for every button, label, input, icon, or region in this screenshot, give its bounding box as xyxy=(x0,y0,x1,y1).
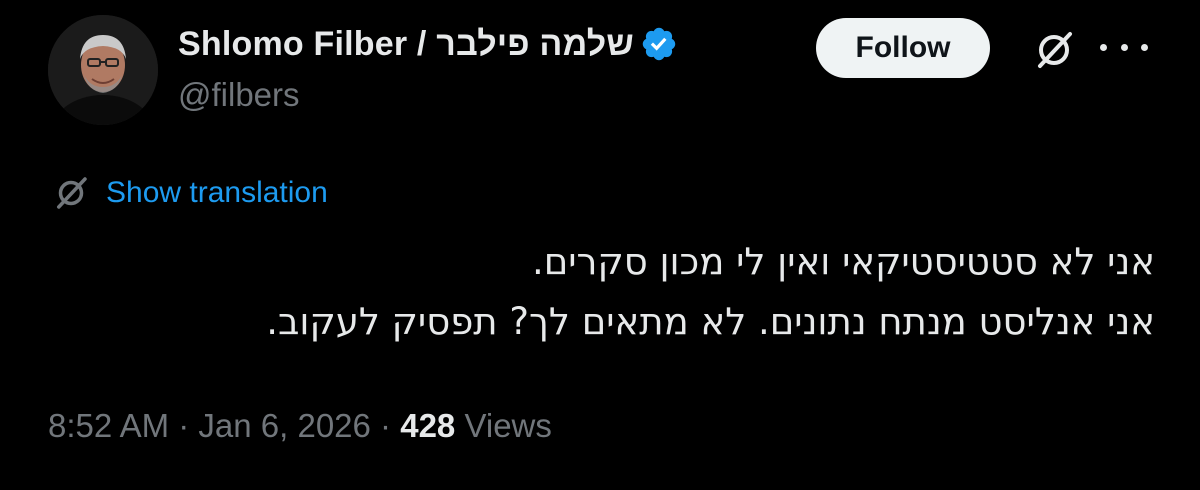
more-dot xyxy=(1120,43,1128,51)
author-name-row: Shlomo Filber / שלמה פילבר xyxy=(178,20,678,68)
translate-icon xyxy=(57,177,87,209)
profile-photo-icon xyxy=(48,15,158,125)
tweet-date[interactable]: Jan 6, 2026 xyxy=(198,407,370,444)
verified-badge-icon[interactable] xyxy=(640,25,678,63)
tweet-line: אני אנליסט מנתח נתונים. לא מתאים לך? תפס… xyxy=(266,300,1155,343)
tweet-text: אני לא סטטיסטיקאי ואין לי מכון סקרים. אנ… xyxy=(55,232,1155,352)
grok-icon[interactable] xyxy=(1030,26,1078,74)
avatar[interactable] xyxy=(48,15,158,125)
follow-button[interactable]: Follow xyxy=(816,18,990,78)
meta-separator: · xyxy=(169,407,199,444)
tweet-line: אני לא סטטיסטיקאי ואין לי מכון סקרים. xyxy=(531,240,1155,283)
more-dot xyxy=(1100,43,1107,51)
author-display-name[interactable]: Shlomo Filber / שלמה פילבר xyxy=(178,25,634,64)
more-options-icon[interactable] xyxy=(1100,32,1148,62)
tweet-time[interactable]: 8:52 AM xyxy=(48,407,169,444)
author-handle[interactable]: @filbers xyxy=(178,76,300,114)
translation-row[interactable]: Show translation xyxy=(50,172,328,214)
views-count[interactable]: 428 xyxy=(400,407,455,444)
more-dot xyxy=(1141,43,1148,51)
tweet-meta: 8:52 AM · Jan 6, 2026 · 428 Views xyxy=(48,407,552,445)
views-label: Views xyxy=(455,407,552,444)
meta-separator: · xyxy=(370,407,401,444)
show-translation-link[interactable]: Show translation xyxy=(106,176,328,210)
